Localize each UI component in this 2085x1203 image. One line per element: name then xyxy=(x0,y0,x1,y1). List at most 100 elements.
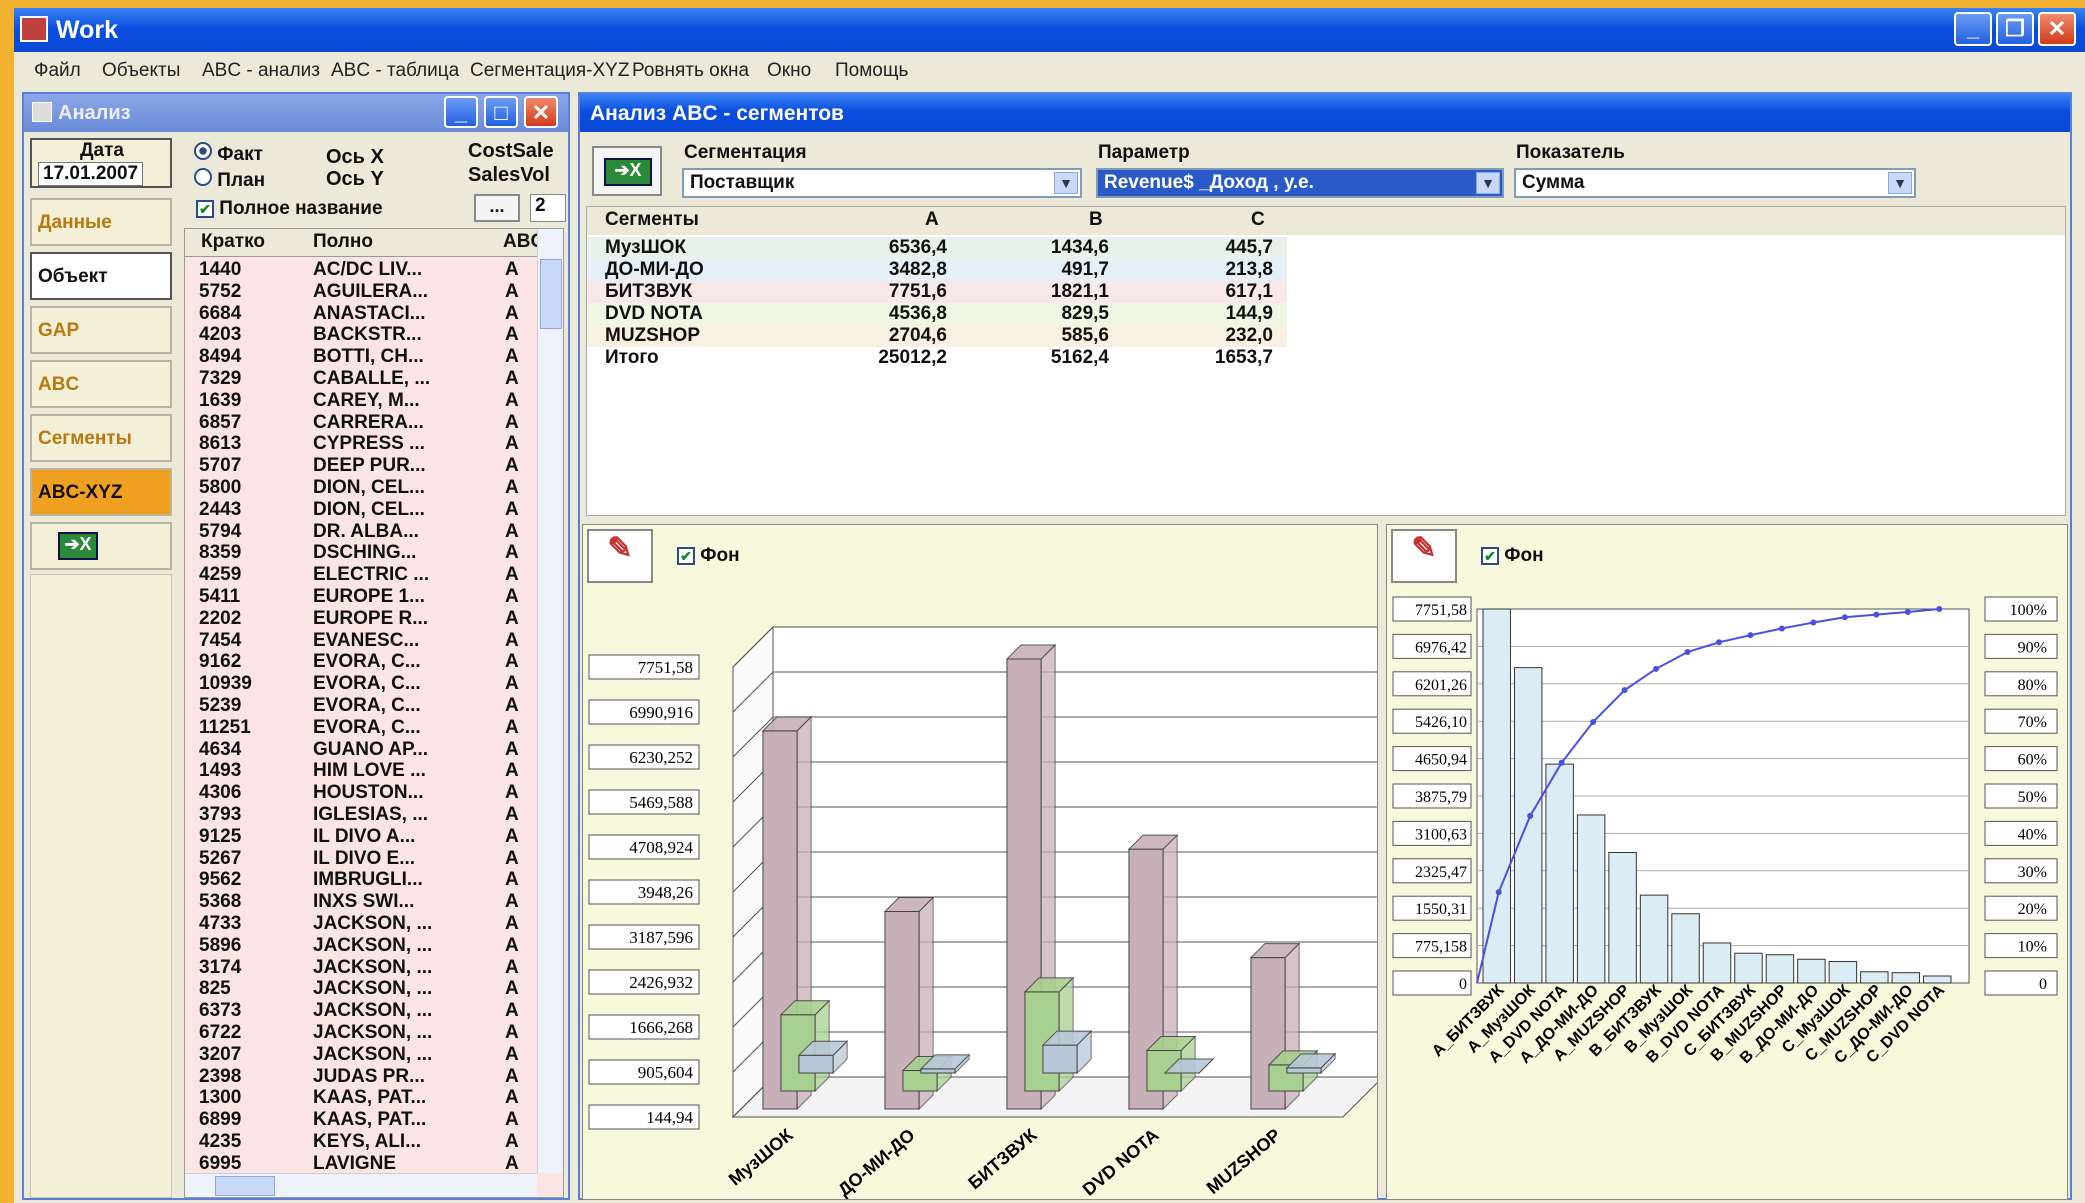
list-hscrollbar[interactable] xyxy=(185,1173,537,1197)
full-name-checkbox[interactable]: ✔ Полное название xyxy=(196,198,383,220)
list-item[interactable]: 5752 AGUILERA... A xyxy=(185,281,537,303)
table-row[interactable]: ДО-МИ-ДО 3482,8 491,7 213,8 xyxy=(587,259,1287,281)
list-item[interactable]: 2443 DION, CEL... A xyxy=(185,499,537,521)
list-item[interactable]: 5368 INXS SWI... A xyxy=(185,891,537,913)
list-item[interactable]: 9562 IMBRUGLI... A xyxy=(185,869,537,891)
list-item[interactable]: 2398 JUDAS PR... A xyxy=(185,1066,537,1088)
list-item[interactable]: 9162 EVORA, C... A xyxy=(185,651,537,673)
list-vscrollbar[interactable] xyxy=(537,229,563,1173)
table-row[interactable]: MUZSHOP 2704,6 585,6 232,0 xyxy=(587,325,1287,347)
number-field[interactable]: 2 xyxy=(530,194,566,222)
col-short[interactable]: Кратко xyxy=(201,231,265,253)
parameter-select[interactable]: Revenue$ _Доход , у.е. ▼ xyxy=(1096,168,1504,198)
date-value[interactable]: 17.01.2007 xyxy=(38,162,144,186)
list-item[interactable]: 4235 KEYS, ALI... A xyxy=(185,1131,537,1153)
restore-button[interactable]: ❐ xyxy=(1996,12,2034,46)
chart2-background-checkbox[interactable]: ✔ Фон xyxy=(1481,545,1544,567)
list-item[interactable]: 5411 EUROPE 1... A xyxy=(185,586,537,608)
list-item[interactable]: 11251 EVORA, C... A xyxy=(185,717,537,739)
panel-minimize-button[interactable]: _ xyxy=(444,96,478,128)
list-item[interactable]: 6899 KAAS, PAT... A xyxy=(185,1109,537,1131)
list-item[interactable]: 6857 CARRERA... A xyxy=(185,412,537,434)
menu-abc-table[interactable]: ABC - таблица xyxy=(331,60,459,82)
item-short: 5267 xyxy=(199,847,242,869)
list-item[interactable]: 5896 JACKSON, ... A xyxy=(185,935,537,957)
list-item[interactable]: 3207 JACKSON, ... A xyxy=(185,1044,537,1066)
list-item[interactable]: 5794 DR. ALBA... A xyxy=(185,521,537,543)
hscroll-thumb[interactable] xyxy=(215,1176,275,1196)
scroll-thumb[interactable] xyxy=(540,259,562,329)
list-item[interactable]: 1493 HIM LOVE ... A xyxy=(185,760,537,782)
abc-panel-title: Анализ ABC - сегментов xyxy=(590,102,844,125)
list-item[interactable]: 6995 LAVIGNE A xyxy=(185,1153,537,1175)
side-abc-xyz-button[interactable]: ABC-XYZ xyxy=(30,468,172,516)
plan-radio[interactable]: План xyxy=(194,168,265,192)
panel-close-button[interactable]: ✕ xyxy=(524,96,558,128)
table-row[interactable]: БИТЗВУК 7751,6 1821,1 617,1 xyxy=(587,281,1287,303)
close-button[interactable]: ✕ xyxy=(2038,12,2076,46)
item-full: JACKSON, ... xyxy=(313,956,433,978)
menu-align-windows[interactable]: Ровнять окна xyxy=(632,60,749,82)
side-segments-button[interactable]: Сегменты xyxy=(30,414,172,462)
list-item[interactable]: 5707 DEEP PUR... A xyxy=(185,455,537,477)
list-item[interactable]: 5800 DION, CEL... A xyxy=(185,477,537,499)
menu-abc-analysis[interactable]: ABC - анализ xyxy=(202,60,320,82)
fact-radio[interactable]: Факт xyxy=(194,142,263,166)
side-data-button[interactable]: Данные xyxy=(30,198,172,246)
table-row[interactable]: Итого 25012,2 5162,4 1653,7 xyxy=(587,347,1287,369)
segment-value: 445,7 xyxy=(1225,237,1273,258)
x-tick-label: БИТЗВУК xyxy=(964,1124,1041,1193)
menu-segmentation-xyz[interactable]: Сегментация-XYZ xyxy=(470,60,629,82)
list-item[interactable]: 825 JACKSON, ... A xyxy=(185,978,537,1000)
chart2-palette-button[interactable]: ✎ xyxy=(1391,529,1457,583)
item-abc: A xyxy=(505,1087,519,1109)
item-full: JACKSON, ... xyxy=(313,934,433,956)
side-abc-button[interactable]: ABC xyxy=(30,360,172,408)
list-item[interactable]: 6722 JACKSON, ... A xyxy=(185,1022,537,1044)
side-object-button[interactable]: Объект xyxy=(30,252,172,300)
list-item[interactable]: 9125 IL DIVO A... A xyxy=(185,826,537,848)
list-item[interactable]: 5239 EVORA, C... A xyxy=(185,695,537,717)
list-item[interactable]: 7454 EVANESC... A xyxy=(185,630,537,652)
list-item[interactable]: 3174 JACKSON, ... A xyxy=(185,957,537,979)
bar xyxy=(1891,972,1921,984)
list-item[interactable]: 10939 EVORA, C... A xyxy=(185,673,537,695)
menu-window[interactable]: Окно xyxy=(767,60,811,82)
item-short: 8494 xyxy=(199,346,242,368)
item-abc: A xyxy=(505,346,519,368)
menu-objects[interactable]: Объекты xyxy=(102,60,180,82)
chart1-palette-button[interactable]: ✎ xyxy=(587,529,653,583)
minimize-button[interactable]: _ xyxy=(1954,12,1992,46)
segmentation-select[interactable]: Поставщик ▼ xyxy=(682,168,1082,198)
list-item[interactable]: 3793 IGLESIAS, ... A xyxy=(185,804,537,826)
menu-file[interactable]: Файл xyxy=(34,60,81,82)
list-item[interactable]: 1440 AC/DC LIV... A xyxy=(185,259,537,281)
list-item[interactable]: 5267 IL DIVO E... A xyxy=(185,848,537,870)
list-item[interactable]: 4203 BACKSTR... A xyxy=(185,324,537,346)
menu-help[interactable]: Помощь xyxy=(835,60,908,82)
list-item[interactable]: 8494 BOTTI, CH... A xyxy=(185,346,537,368)
list-item[interactable]: 6373 JACKSON, ... A xyxy=(185,1000,537,1022)
col-full[interactable]: Полно xyxy=(313,231,373,253)
list-item[interactable]: 4259 ELECTRIC ... A xyxy=(185,564,537,586)
indicator-select[interactable]: Сумма ▼ xyxy=(1514,168,1916,198)
list-item[interactable]: 8359 DSCHING... A xyxy=(185,542,537,564)
list-item[interactable]: 6684 ANASTACI... A xyxy=(185,303,537,325)
table-row[interactable]: МузШОК 6536,4 1434,6 445,7 xyxy=(587,237,1287,259)
list-item[interactable]: 1639 CAREY, M... A xyxy=(185,390,537,412)
list-item[interactable]: 8613 CYPRESS ... A xyxy=(185,433,537,455)
table-row[interactable]: DVD NOTA 4536,8 829,5 144,9 xyxy=(587,303,1287,325)
panel-maximize-button[interactable]: □ xyxy=(484,96,518,128)
chart1-background-checkbox[interactable]: ✔ Фон xyxy=(677,545,740,567)
list-item[interactable]: 1300 KAAS, PAT... A xyxy=(185,1087,537,1109)
list-item[interactable]: 4306 HOUSTON... A xyxy=(185,782,537,804)
side-gap-button[interactable]: GAP xyxy=(30,306,172,354)
list-item[interactable]: 7329 CABALLE, ... A xyxy=(185,368,537,390)
list-item[interactable]: 2202 EUROPE R... A xyxy=(185,608,537,630)
list-item[interactable]: 4733 JACKSON, ... A xyxy=(185,913,537,935)
ellipsis-button[interactable]: ... xyxy=(474,194,520,222)
excel-export-button[interactable]: ➔X xyxy=(30,522,172,570)
list-item[interactable]: 4634 GUANO AP... A xyxy=(185,739,537,761)
abc-excel-button[interactable]: ➔X xyxy=(592,146,662,196)
indicator-label: Показатель xyxy=(1516,142,1625,163)
